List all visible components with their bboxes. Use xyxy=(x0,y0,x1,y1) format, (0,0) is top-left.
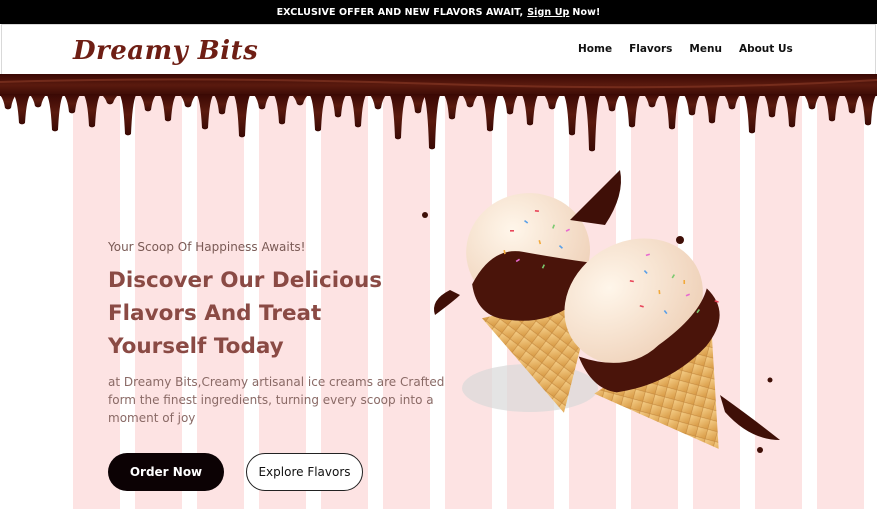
announcement-bar: EXCLUSIVE OFFER AND NEW FLAVORS AWAIT, S… xyxy=(0,0,877,24)
chocolate-drip-strand xyxy=(329,94,347,118)
nav-link-menu[interactable]: Menu xyxy=(689,43,722,55)
ice-cream-cone-image xyxy=(422,170,780,453)
chocolate-drip-strand xyxy=(443,94,461,120)
chocolate-drip-strand xyxy=(843,94,861,114)
chocolate-drip-strand xyxy=(859,94,877,126)
chocolate-drip-strand xyxy=(233,94,251,138)
chocolate-drip-strand xyxy=(369,94,387,110)
chocolate-drip-strand xyxy=(501,94,519,115)
chocolate-drip-strand xyxy=(309,94,327,132)
hero-eyebrow: Your Scoop Of Happiness Awaits! xyxy=(108,240,306,254)
chocolate-drip-strand xyxy=(543,94,561,110)
nav-menu: Home Flavors Menu About Us xyxy=(578,43,810,55)
chocolate-drip-strand xyxy=(683,94,701,116)
chocolate-drip-strand xyxy=(703,94,721,124)
chocolate-drip-strand xyxy=(179,94,197,108)
chocolate-drip-strand xyxy=(823,94,841,122)
chocolate-drip-strand xyxy=(273,94,291,125)
chocolate-drip-strand xyxy=(389,94,407,140)
chocolate-drip-strand xyxy=(723,94,741,110)
chocolate-drip-strand xyxy=(763,94,781,118)
chocolate-drip-strand xyxy=(101,94,119,105)
chocolate-drip-strand xyxy=(663,94,681,130)
sprinkle xyxy=(683,279,686,285)
chocolate-drip-strand xyxy=(583,94,601,152)
top-navigation: Dreamy Bits Home Flavors Menu About Us xyxy=(1,24,876,75)
chocolate-drip-strand xyxy=(159,94,177,122)
chocolate-drip-strand xyxy=(603,94,621,112)
chocolate-drip-strand xyxy=(409,94,427,114)
chocolate-drip-strand xyxy=(743,94,761,134)
chocolate-drip-strand xyxy=(0,94,17,110)
chocolate-drip-strand xyxy=(803,94,821,110)
chocolate-drip-strand xyxy=(291,94,309,106)
explore-flavors-button[interactable]: Explore Flavors xyxy=(246,453,363,491)
brand-logo[interactable]: Dreamy Bits xyxy=(73,36,258,66)
chocolate-drip-strand xyxy=(623,94,641,128)
chocolate-drip-strand xyxy=(63,94,81,114)
chocolate-drip xyxy=(0,74,877,152)
chocolate-drip-strand xyxy=(349,94,367,128)
chocolate-drip-strand xyxy=(783,94,801,128)
chocolate-drip-strand xyxy=(481,94,499,132)
hero-headline: Discover Our Delicious Flavors And Treat… xyxy=(108,268,383,359)
chocolate-drip-strand xyxy=(461,94,479,108)
chocolate-drip-strand xyxy=(423,94,441,150)
nav-link-flavors[interactable]: Flavors xyxy=(629,43,672,55)
chocolate-drip-strand xyxy=(563,94,581,136)
hero-content: Your Scoop Of Happiness Awaits! Discover… xyxy=(108,240,458,427)
chocolate-drip-strand xyxy=(253,94,271,110)
chocolate-drip-strand xyxy=(139,94,157,112)
chocolate-drip-strand xyxy=(521,94,539,126)
chocolate-drip-strand xyxy=(83,94,101,128)
chocolate-drip-strand xyxy=(213,94,231,115)
chocolate-drip-strand xyxy=(643,94,661,108)
hero-description: at Dreamy Bits,Creamy artisanal ice crea… xyxy=(108,375,445,425)
chocolate-drip-strand xyxy=(119,94,137,136)
signup-link[interactable]: Sign Up xyxy=(527,7,569,18)
chocolate-drip-strand xyxy=(13,94,31,125)
nav-link-home[interactable]: Home xyxy=(578,43,612,55)
chocolate-drip-strand xyxy=(46,94,64,132)
nav-link-about-us[interactable]: About Us xyxy=(739,43,793,55)
announcement-suffix: Now! xyxy=(572,6,601,18)
chocolate-drip-strand xyxy=(196,94,214,130)
announcement-text: EXCLUSIVE OFFER AND NEW FLAVORS AWAIT, xyxy=(276,6,524,18)
sprinkle xyxy=(510,230,514,232)
chocolate-drip-strand xyxy=(29,94,47,108)
order-now-button[interactable]: Order Now xyxy=(108,453,224,491)
